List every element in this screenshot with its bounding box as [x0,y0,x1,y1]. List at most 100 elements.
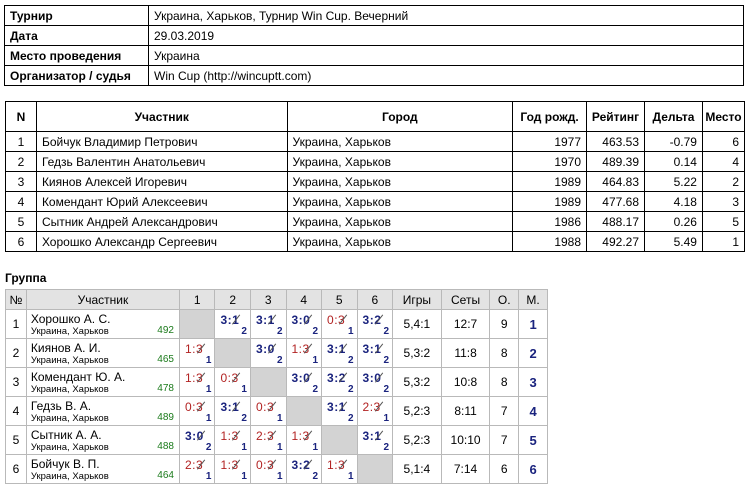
match-points: 2 [312,384,319,395]
match-result-cell[interactable]: 3:1 2 [321,396,358,426]
match-points: 2 [383,355,390,366]
participant-delta: 0.26 [644,211,703,232]
match-result-cell[interactable]: 3:1 2 [356,338,394,368]
match-points: 2 [383,442,390,453]
match-result-cell[interactable]: 3:1 2 [214,309,251,339]
match-result-cell[interactable]: 3:1 2 [249,309,287,339]
match-points: 1 [205,355,212,366]
match-result-cell[interactable]: 0:3 1 [249,454,287,484]
match-result-cell[interactable]: 0:3 1 [214,367,251,397]
group-header: Сеты [440,289,491,310]
group-header: 6 [356,289,394,310]
group-row: 3 Комендант Ю. А. Украина, Харьков 478 1:3 1 0… [5,367,548,397]
match-points: 1 [276,413,283,424]
group-player-cell: Хорошко А. С. Украина, Харьков 492 [25,309,180,339]
group-player-city: Украина, Харьков [30,470,109,482]
info-value: Украина, Харьков, Турнир Win Cup. Вечерн… [148,5,744,26]
match-result-cell[interactable]: 3:0 2 [285,309,323,339]
match-points: 2 [383,384,390,395]
match-result-cell[interactable]: 3:1 2 [214,396,251,426]
match-result-cell[interactable]: 3:0 2 [249,338,287,368]
match-result-cell[interactable]: 2:3 1 [356,396,394,426]
match-points: 1 [205,471,212,482]
info-value: 29.03.2019 [148,25,744,46]
match-result-cell[interactable]: 3:2 2 [321,367,358,397]
match-result-cell[interactable]: 3:1 2 [356,425,394,455]
group-header: 1 [178,289,216,310]
participants-header: Дельта [644,101,703,132]
group-row: 2 Киянов А. И. Украина, Харьков 465 1:3 1 3:0 2… [5,338,548,368]
match-result-cell[interactable]: 1:3 1 [214,425,251,455]
match-points: 2 [312,471,319,482]
match-result-cell[interactable]: 3:0 2 [178,425,216,455]
participant-row: 3 Киянов Алексей Игоревич Украина, Харьков… [5,171,746,192]
participant-n: 2 [5,151,37,172]
participant-place: 5 [701,211,746,232]
participant-city: Украина, Харьков [286,211,514,232]
match-points: 2 [312,326,319,337]
match-result-cell[interactable]: 1:3 1 [321,454,358,484]
group-place: 6 [518,454,548,484]
participant-rating: 492.27 [586,231,645,252]
group-sets: 7:14 [440,454,491,484]
participant-delta: 0.14 [644,151,703,172]
match-result-cell[interactable]: 3:2 2 [285,454,323,484]
group-player-cell: Комендант Ю. А. Украина, Харьков 478 [25,367,180,397]
group-player-city: Украина, Харьков [30,412,109,424]
group-games: 5,3:2 [392,338,442,368]
match-score: 3:1 [220,400,240,414]
group-diagonal-cell [285,396,323,426]
group-diagonal-cell [178,309,216,339]
participant-year: 1986 [512,211,588,232]
group-player-rating: 464 [157,470,174,481]
match-result-cell[interactable]: 3:2 2 [356,309,394,339]
match-result-cell[interactable]: 3:1 2 [321,338,358,368]
participant-city: Украина, Харьков [286,231,514,252]
participants-header: Участник [35,101,288,132]
match-result-cell[interactable]: 0:3 1 [321,309,358,339]
match-points: 2 [383,326,390,337]
group-row-number: 6 [5,454,27,484]
match-result-cell[interactable]: 3:0 2 [356,367,394,397]
match-result-cell[interactable]: 1:3 1 [214,454,251,484]
group-header: 5 [321,289,358,310]
participant-city: Украина, Харьков [286,171,514,192]
participant-delta: 5.49 [644,231,703,252]
group-sets: 11:8 [440,338,491,368]
participants-header: Место [701,101,746,132]
info-value: Win Cup (http://wincuptt.com) [148,65,744,86]
participants-table: N Участник Город Год рожд. Рейтинг Дельта Мест… [5,101,746,252]
group-player-city: Украина, Харьков [30,441,109,453]
match-result-cell[interactable]: 1:3 1 [178,367,216,397]
group-player-rating: 465 [157,354,174,365]
match-result-cell[interactable]: 3:0 2 [285,367,323,397]
match-result-cell[interactable]: 2:3 1 [249,425,287,455]
participant-row: 4 Комендант Юрий Алексеевич Украина, Харьк… [5,191,746,212]
group-row: 6 Бойчук В. П. Украина, Харьков 464 2:3 1 1:3 1… [5,454,548,484]
match-result-cell[interactable]: 1:3 1 [285,425,323,455]
match-points: 1 [205,384,212,395]
group-games: 5,2:3 [392,425,442,455]
group-player-name: Гедзь В. А. [30,398,92,413]
group-place: 3 [518,367,548,397]
group-games: 5,1:4 [392,454,442,484]
group-player-cell: Сытник А. А. Украина, Харьков 488 [25,425,180,455]
match-result-cell[interactable]: 0:3 1 [249,396,287,426]
match-result-cell[interactable]: 2:3 1 [178,454,216,484]
match-points: 1 [347,326,354,337]
match-points: 2 [241,413,247,424]
info-label: Организатор / судья [4,65,149,86]
group-row: 5 Сытник А. А. Украина, Харьков 488 3:0 2 1:3 1… [5,425,548,455]
match-points: 2 [347,384,354,395]
match-points: 1 [276,471,283,482]
match-result-cell[interactable]: 1:3 1 [285,338,323,368]
participant-year: 1977 [512,131,588,152]
info-row: Дата 29.03.2019 [4,25,744,46]
group-player-city: Украина, Харьков [30,325,109,337]
group-header: 2 [214,289,251,310]
participant-n: 1 [5,131,37,152]
match-points: 1 [383,413,390,424]
match-result-cell[interactable]: 0:3 1 [178,396,216,426]
match-result-cell[interactable]: 1:3 1 [178,338,216,368]
participant-row: 1 Бойчук Владимир Петрович Украина, Харько… [5,131,746,152]
